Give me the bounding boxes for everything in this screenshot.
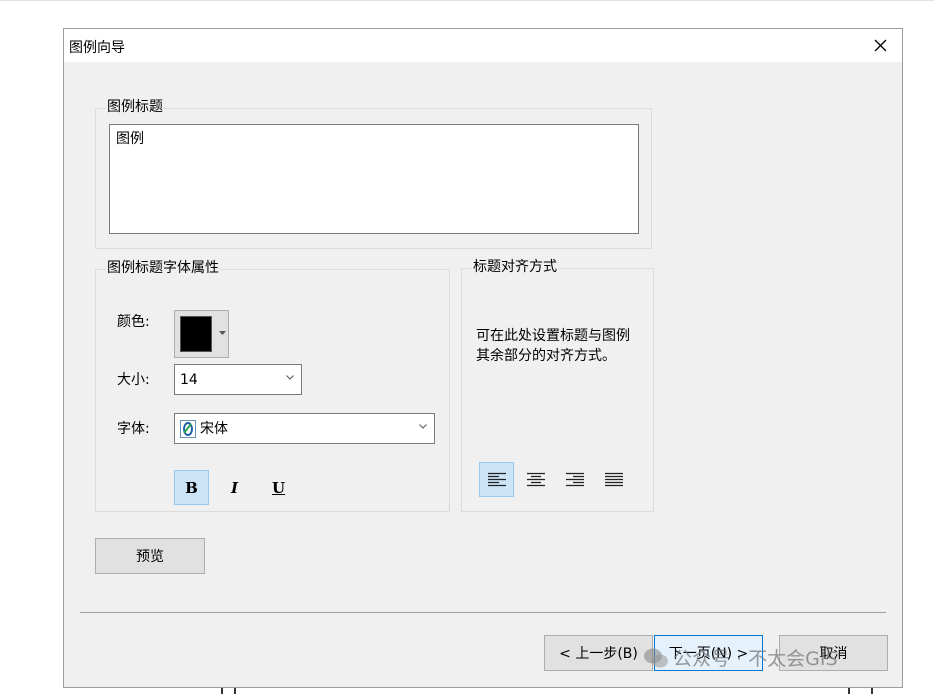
alignment-description: 可在此处设置标题与图例其余部分的对齐方式。 <box>476 328 630 364</box>
close-button[interactable] <box>858 29 902 62</box>
font-size-value: 14 <box>180 372 198 388</box>
font-label: 字体: <box>117 421 150 437</box>
size-label: 大小: <box>117 372 150 388</box>
font-family-value: 宋体 <box>200 421 228 437</box>
align-justify-button[interactable] <box>596 462 631 497</box>
chevron-down-icon <box>419 424 427 429</box>
back-button[interactable]: < 上一步(B) <box>544 635 653 671</box>
align-left-button[interactable] <box>479 462 514 497</box>
color-swatch <box>180 316 212 352</box>
italic-button[interactable]: I <box>217 470 252 505</box>
legend-wizard-dialog: 图例向导 图例标题 图例 图例标题字体属性 颜色: 大小: 14 字体: 宋体 … <box>63 28 903 688</box>
title-bar: 图例向导 <box>64 29 902 62</box>
background-top-line <box>0 0 934 1</box>
underline-button[interactable]: U <box>261 470 296 505</box>
title-font-group: 图例标题字体属性 颜色: 大小: 14 字体: 宋体 B I U <box>95 259 450 512</box>
align-center-icon <box>526 472 545 487</box>
next-button[interactable]: 下一页(N) > <box>654 635 763 671</box>
chevron-down-icon <box>219 331 226 335</box>
underline-icon: U <box>271 478 286 497</box>
cancel-button[interactable]: 取消 <box>779 635 888 671</box>
color-label: 颜色: <box>117 314 150 330</box>
title-font-group-label: 图例标题字体属性 <box>106 259 220 277</box>
title-alignment-group: 标题对齐方式 可在此处设置标题与图例其余部分的对齐方式。 <box>461 258 654 512</box>
align-center-button[interactable] <box>518 462 553 497</box>
close-icon <box>874 39 886 52</box>
align-right-button[interactable] <box>557 462 592 497</box>
align-justify-icon <box>604 472 623 487</box>
footer-separator <box>80 612 886 613</box>
legend-title-group: 图例标题 图例 <box>95 98 652 249</box>
legend-title-group-label: 图例标题 <box>106 98 164 116</box>
opentype-font-icon <box>180 420 196 438</box>
legend-title-textbox[interactable]: 图例 <box>109 124 639 234</box>
align-left-icon <box>487 472 506 487</box>
preview-button[interactable]: 预览 <box>95 538 205 574</box>
title-alignment-group-label: 标题对齐方式 <box>472 258 558 276</box>
align-right-icon <box>565 472 584 487</box>
font-size-combo[interactable]: 14 <box>174 364 302 395</box>
chevron-down-icon <box>286 375 294 380</box>
bold-icon: B <box>185 478 198 497</box>
italic-icon: I <box>230 478 239 497</box>
dialog-title: 图例向导 <box>69 40 125 56</box>
next-button-label: 下一页(N) > <box>668 646 749 662</box>
color-picker-button[interactable] <box>174 310 229 358</box>
bold-button[interactable]: B <box>174 470 209 505</box>
font-family-combo[interactable]: 宋体 <box>174 413 435 444</box>
